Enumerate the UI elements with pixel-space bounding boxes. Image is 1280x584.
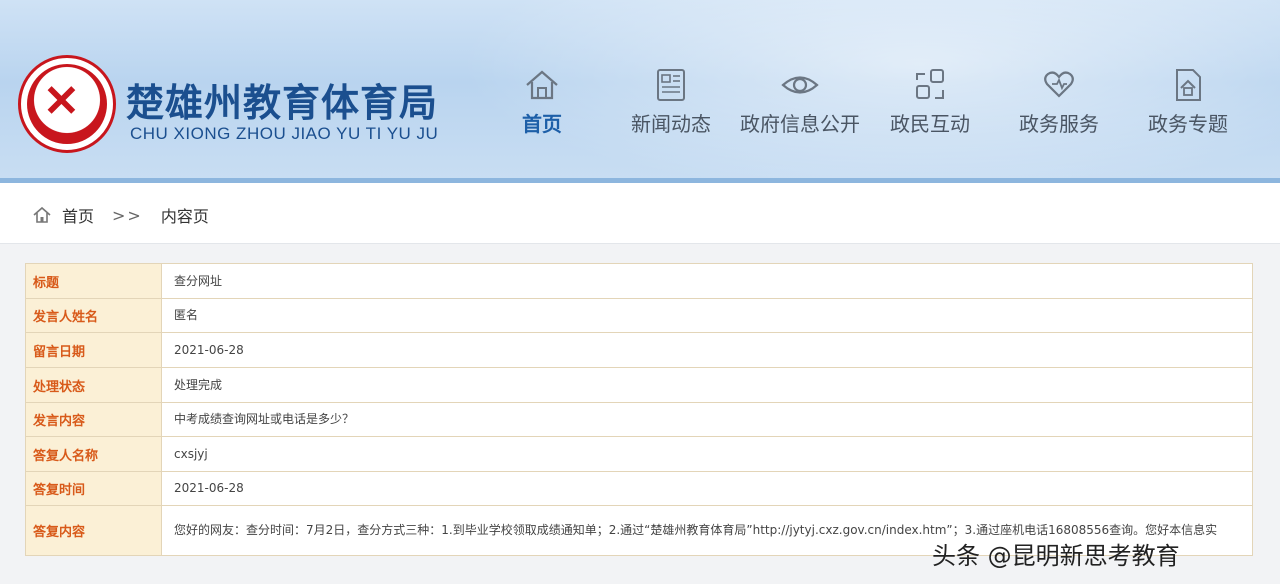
detail-label: 处理状态 <box>26 368 162 402</box>
nav-home[interactable]: 首页 <box>472 66 612 137</box>
nav-services-label: 政务服务 <box>1019 112 1099 136</box>
detail-label: 答复人名称 <box>26 437 162 471</box>
nav-home-label: 首页 <box>522 112 562 136</box>
site-header: ✕ 楚雄州教育体育局 CHU XIONG ZHOU JIAO YU TI YU … <box>0 0 1280 183</box>
detail-row-status: 处理状态 处理完成 <box>26 368 1252 403</box>
site-pinyin: CHU XIONG ZHOU JIAO YU TI YU JU <box>130 124 439 143</box>
home-icon[interactable] <box>32 205 52 225</box>
topic-icon <box>1176 69 1201 101</box>
detail-value: 2021-06-28 <box>174 481 244 495</box>
watermark: 头条 @昆明新思考教育 <box>932 542 1180 570</box>
detail-value: cxsjyj <box>174 446 208 461</box>
detail-value: 匿名 <box>174 308 199 322</box>
breadcrumb-bar: 首页 >> 内容页 <box>0 183 1280 244</box>
detail-value: 查分网址 <box>174 273 223 288</box>
detail-row-speaker: 发言人姓名 匿名 <box>26 299 1252 333</box>
eye-icon <box>781 76 819 94</box>
breadcrumb: 首页 >> 内容页 <box>32 203 209 227</box>
logo-mark-icon: ✕ <box>43 76 80 127</box>
detail-label: 发言内容 <box>26 403 162 436</box>
nav-interaction-label: 政民互动 <box>890 112 970 136</box>
detail-value: 处理完成 <box>174 377 223 392</box>
heart-hand-icon <box>1044 71 1074 98</box>
nav-topics-label: 政务专题 <box>1148 112 1228 136</box>
news-icon <box>657 69 685 101</box>
detail-table: 标题 查分网址 发言人姓名 匿名 留言日期 2021-06-28 处理状态 处理… <box>25 263 1253 556</box>
detail-row-reply-time: 答复时间 2021-06-28 <box>26 472 1252 506</box>
nav-gov-info-label: 政府信息公开 <box>740 112 860 136</box>
breadcrumb-current: 内容页 <box>160 207 209 226</box>
detail-label: 标题 <box>26 264 162 298</box>
nav-gov-info[interactable]: 政府信息公开 <box>730 66 870 137</box>
detail-label: 留言日期 <box>26 333 162 367</box>
breadcrumb-home-link[interactable]: 首页 <box>62 203 94 227</box>
detail-value: 中考成绩查询网址或电话是多少？ <box>174 412 355 426</box>
home-icon <box>526 70 558 100</box>
detail-label: 答复时间 <box>26 472 162 505</box>
nav-services[interactable]: 政务服务 <box>989 66 1129 137</box>
site-title: 楚雄州教育体育局 <box>126 81 439 125</box>
detail-row-replier: 答复人名称 cxsjyj <box>26 437 1252 472</box>
detail-row-title: 标题 查分网址 <box>26 264 1252 299</box>
nav-interaction[interactable]: 政民互动 <box>860 66 1000 137</box>
nav-news-label: 新闻动态 <box>631 112 711 136</box>
detail-row-content: 发言内容 中考成绩查询网址或电话是多少？ <box>26 403 1252 437</box>
site-logo[interactable]: ✕ <box>18 55 116 153</box>
detail-value: 2021-06-28 <box>174 342 244 357</box>
nav-news[interactable]: 新闻动态 <box>601 66 741 137</box>
interaction-icon <box>916 69 944 99</box>
breadcrumb-separator: >> <box>112 205 143 225</box>
detail-label: 答复内容 <box>26 506 162 555</box>
detail-row-date: 留言日期 2021-06-28 <box>26 333 1252 368</box>
nav-topics[interactable]: 政务专题 <box>1118 66 1258 137</box>
detail-label: 发言人姓名 <box>26 299 162 332</box>
